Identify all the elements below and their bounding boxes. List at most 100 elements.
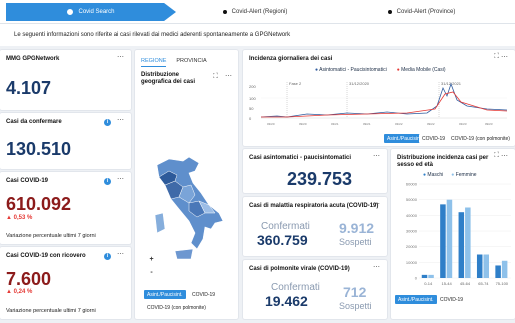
acuta-card: Casi di malattia respiratoria acuta (COV… [243,197,387,256]
suspected-value: 712 [343,284,367,300]
map-title: Distribuzione geografica dei casi [141,72,196,85]
expand-icon[interactable]: ⛶ [213,73,218,81]
kpi-note: Variazione percentuale ultimi 7 giorni [6,308,96,314]
asint-card: Casi asintomatici - paucisintomatici ⋯ 2… [243,149,387,193]
zoom-in-button[interactable]: + [147,255,156,264]
info-icon[interactable]: i [104,119,111,126]
map-card: REGIONE PROVINCIA Distribuzione geografi… [135,50,238,319]
bar-maschi-65-74 [476,254,483,278]
more-icon[interactable]: ⋯ [117,250,125,258]
more-icon[interactable]: ⋯ [117,116,125,124]
svg-text:03/20: 03/20 [267,122,275,126]
tab-regione[interactable]: REGIONE [141,58,167,67]
kpi-delta: ▲ 0,53 % [6,215,33,221]
y-tick-label: 40000 [406,213,418,218]
info-icon[interactable]: i [104,178,111,185]
suspected-value: 9.912 [339,220,375,236]
card-title: Casi di malattia respiratoria acuta (COV… [249,203,379,209]
incidence-chart[interactable]: 200 100 50 0 Fase 2 31/12/2020 31/12/202… [247,76,509,128]
suspected-label: Sospetti [339,237,372,247]
more-icon[interactable]: ⋯ [373,200,381,208]
step-dot-icon [222,10,227,14]
kpi-note: Variazione percentuale ultimi 7 giorni [6,233,96,239]
y-tick-label: 20000 [406,244,418,249]
more-icon[interactable]: ⋯ [373,152,381,160]
x-tick-label: 45-64 [460,281,471,286]
delta-value: 0,53 % [13,215,33,221]
step-label: Covid Search [78,9,115,15]
asint-value: 239.753 [287,169,353,189]
svg-text:09/23: 09/23 [485,122,493,126]
step-covid-search[interactable]: Covid Search [6,3,176,21]
more-icon[interactable]: ⋯ [501,152,509,160]
more-icon[interactable]: ⋯ [117,53,125,61]
chart-marker-label: 31/12/2020 [349,81,370,86]
svg-text:09/20: 09/20 [299,122,307,126]
step-covid-alert-province[interactable]: Covid-Alert (Province) [334,3,509,21]
more-icon[interactable]: ⋯ [373,263,381,271]
card-title: MMG GPGNetwork [6,56,60,62]
y-tick-label: 0 [415,276,418,281]
legend-item: ● Media Mobile (Casi) [396,67,446,73]
bar-femmine-75-100 [501,260,508,278]
delta-value: 0,24 % [13,289,33,295]
sexage-bar-chart[interactable]: 60000 50000 40000 30000 20000 10000 0 0-14 15-44… [393,180,513,288]
card-title: Distribuzione incidenza casi per sesso e… [397,155,489,168]
sexage-btn-asint[interactable]: Asint./Paucisint. [395,295,437,304]
zoom-out-button[interactable]: - [147,268,156,277]
inc-btn-covid-polmonite[interactable]: COVID-19 (con polmonite) [448,134,513,143]
y-tick-label: 30000 [406,229,418,234]
bar-femmine-65-74 [483,254,489,278]
sexage-legend: ● Maschi ● Femmine [423,172,477,178]
x-tick-label: 75-100 [496,281,509,286]
chart-marker-label: Fase 2 [289,81,302,86]
svg-text:03/23: 03/23 [459,122,467,126]
kpi-value: 130.510 [6,139,72,159]
card-title: Casi COVID-19 [6,178,49,184]
step-label: Covid-Alert (Regioni) [231,9,288,15]
more-icon[interactable]: ⋯ [501,53,509,61]
kpi-covid-card: Casi COVID-19 i ⋯ 610.092 ▲ 0,53 % Varia… [0,172,131,244]
sexage-btn-covid[interactable]: COVID-19 [437,295,467,304]
wizard-steps: Covid Search Covid-Alert (Regioni) Covid… [0,0,515,24]
more-icon[interactable]: ⋯ [225,72,232,80]
map-btn-asint[interactable]: Asint./Paucisint. [144,290,186,299]
y-tick-label: 10000 [406,260,418,265]
svg-text:09/21: 09/21 [363,122,371,126]
card-title: Casi di polmonite virale (COVID-19) [249,266,350,272]
x-tick-label: 65-74 [478,281,489,286]
incidence-card: Incidenza giornaliera dei casi ⛶ ⋯ ● Asi… [243,50,515,146]
bar-maschi-0-14 [421,274,428,278]
step-covid-alert-regioni[interactable]: Covid-Alert (Regioni) [180,3,330,21]
confirmed-label: Confermati [271,282,320,293]
y-tick-label: 50000 [406,197,418,202]
confirmed-value: 19.462 [265,293,308,309]
expand-icon[interactable]: ⛶ [494,152,499,160]
step-label: Covid-Alert (Province) [396,9,456,15]
kpi-value: 7.600 [6,269,52,289]
series-line-mobile [261,91,508,118]
kpi-value: 4.107 [6,78,52,98]
italy-map[interactable] [149,155,229,275]
svg-text:03/22: 03/22 [395,122,403,126]
y-tick-label: 60000 [406,182,418,187]
bar-maschi-45-64 [458,212,465,278]
map-btn-covid-polmonite[interactable]: COVID-19 (con polmonite) [144,303,209,312]
legend-item: ● Asintomatici - Paucisintomatici [315,67,387,73]
step-dot-icon [387,10,392,14]
series-line-asint [260,82,508,118]
y-tick: 200 [249,84,256,89]
info-icon[interactable]: i [104,253,111,260]
x-tick-label: 0-14 [424,281,433,286]
expand-icon[interactable]: ⛶ [494,53,499,61]
card-title: Incidenza giornaliera dei casi [249,56,333,62]
bar-maschi-15-44 [440,204,446,278]
inc-btn-covid[interactable]: COVID-19 [419,134,449,143]
map-btn-covid[interactable]: COVID-19 [189,290,219,299]
tab-provincia[interactable]: PROVINCIA [176,58,206,67]
more-icon[interactable]: ⋯ [117,175,125,183]
kpi-mmg-card: MMG GPGNetwork ⋯ 4.107 [0,50,131,110]
kpi-value: 610.092 [6,194,72,214]
kpi-confirm-card: Casi da confermare i ⋯ 130.510 [0,113,131,169]
incidence-legend: ● Asintomatici - Paucisintomatici ● Medi… [315,67,446,73]
